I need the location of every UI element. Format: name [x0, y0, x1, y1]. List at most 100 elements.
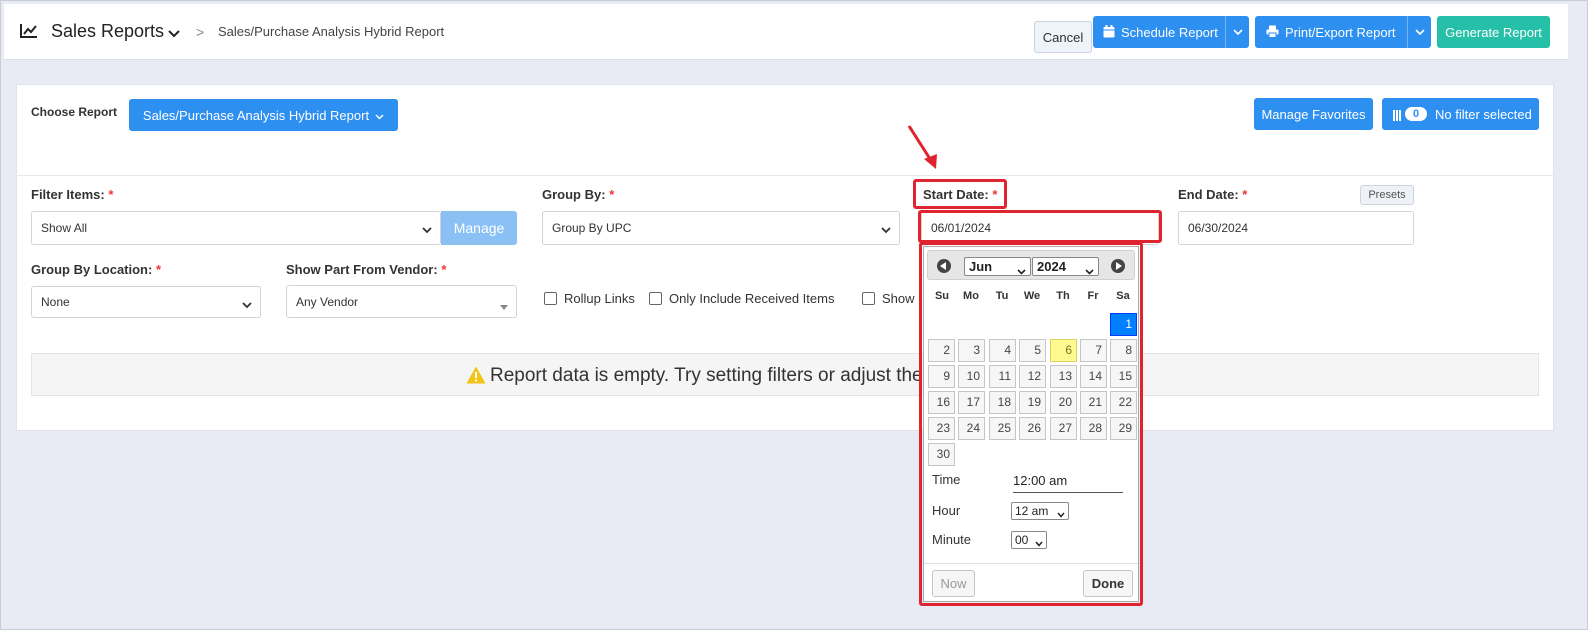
calendar-day[interactable]: 24 [958, 417, 985, 440]
calendar-day[interactable]: 17 [958, 391, 985, 414]
filter-items-select[interactable]: Show All [31, 211, 441, 245]
chevron-down-icon [1035, 536, 1043, 550]
calendar-day[interactable]: 8 [1110, 339, 1137, 362]
calendar-day[interactable]: 19 [1019, 391, 1046, 414]
calendar-day[interactable]: 30 [928, 443, 955, 466]
weekday-label: Sa [1116, 290, 1130, 302]
start-date-input-highlight [918, 210, 1162, 243]
calendar-day[interactable]: 11 [989, 365, 1016, 388]
calendar-day[interactable]: 10 [958, 365, 985, 388]
checkbox-box[interactable] [649, 292, 662, 305]
calendar-day[interactable]: 21 [1080, 391, 1107, 414]
next-month-icon[interactable] [1111, 259, 1125, 273]
printer-icon [1266, 25, 1279, 41]
print-export-button[interactable]: Print/Export Report [1255, 16, 1431, 48]
prev-month-icon[interactable] [937, 259, 951, 273]
year-value: 2024 [1037, 259, 1066, 274]
calendar-day[interactable]: 20 [1050, 391, 1077, 414]
schedule-dropdown-toggle[interactable] [1225, 16, 1249, 48]
manage-favorites-label: Manage Favorites [1261, 106, 1366, 122]
group-by-location-select[interactable]: None [31, 286, 261, 318]
rollup-links-label: Rollup Links [564, 291, 635, 306]
only-received-label: Only Include Received Items [669, 291, 835, 306]
calendar-day[interactable]: 3 [958, 339, 985, 362]
filter-items-label: Filter Items: * [31, 187, 114, 202]
print-dropdown-toggle[interactable] [1407, 16, 1431, 48]
minute-label: Minute [932, 532, 972, 547]
generate-report-button[interactable]: Generate Report [1437, 16, 1550, 48]
filter-count-badge: 0 [1405, 107, 1427, 121]
year-select[interactable]: 2024 [1032, 257, 1099, 276]
calendar-day[interactable]: 13 [1050, 365, 1077, 388]
datepicker-header: Jun 2024 [927, 250, 1135, 280]
choose-report-dropdown[interactable]: Sales/Purchase Analysis Hybrid Report [129, 99, 398, 131]
month-select[interactable]: Jun [964, 257, 1031, 276]
empty-report-message: Report data is empty. Try setting filter… [490, 365, 923, 386]
filter-summary-button[interactable]: 0 No filter selected [1382, 98, 1539, 130]
done-label: Done [1091, 576, 1125, 591]
group-by-value: Group By UPC [552, 221, 632, 235]
breadcrumb-separator: > [196, 24, 205, 40]
now-label: Now [940, 576, 967, 591]
calendar-day[interactable]: 6 [1050, 339, 1077, 362]
calendar-day[interactable]: 9 [928, 365, 955, 388]
caret-down-icon [500, 299, 508, 313]
checkbox-box[interactable] [544, 292, 557, 305]
end-date-input[interactable]: 06/30/2024 [1178, 211, 1414, 245]
schedule-report-label: Schedule Report [1121, 24, 1218, 40]
datepicker-footer-divider [924, 563, 1138, 564]
show-part-vendor-label: Show Part From Vendor: * [286, 262, 447, 277]
hour-select[interactable]: 12 am [1011, 502, 1069, 520]
filter-summary-label: No filter selected [1435, 106, 1532, 122]
presets-button[interactable]: Presets [1360, 185, 1414, 205]
breadcrumb: Sales/Purchase Analysis Hybrid Report [218, 24, 445, 39]
calendar-day[interactable]: 26 [1019, 417, 1046, 440]
show-partial-checkbox[interactable]: Show I [862, 291, 922, 306]
page-title[interactable]: Sales Reports [51, 21, 164, 42]
calendar-day[interactable]: 27 [1050, 417, 1077, 440]
rollup-links-checkbox[interactable]: Rollup Links [544, 291, 635, 306]
now-button[interactable]: Now [932, 570, 975, 597]
manage-filter-button[interactable]: Manage [441, 211, 517, 245]
top-header: Sales Reports > Sales/Purchase Analysis … [4, 4, 1568, 60]
group-by-location-label: Group By Location: * [31, 262, 162, 277]
time-label: Time [932, 472, 961, 487]
weekday-label: We [1023, 290, 1041, 302]
card-divider [16, 175, 1554, 176]
calendar-day[interactable]: 5 [1019, 339, 1046, 362]
chevron-down-icon [1085, 263, 1094, 278]
generate-report-label: Generate Report [1445, 24, 1542, 40]
only-received-checkbox[interactable]: Only Include Received Items [649, 291, 834, 306]
time-display: 12:00 am [1013, 473, 1123, 493]
calendar-day[interactable]: 1 [1110, 313, 1137, 336]
filter-items-value: Show All [41, 221, 88, 235]
calendar-day[interactable]: 15 [1110, 365, 1137, 388]
calendar-day[interactable]: 29 [1110, 417, 1137, 440]
manage-favorites-button[interactable]: Manage Favorites [1254, 98, 1373, 130]
done-button[interactable]: Done [1083, 570, 1133, 597]
calendar-day[interactable]: 14 [1080, 365, 1107, 388]
calendar-day[interactable]: 16 [928, 391, 955, 414]
minute-select[interactable]: 00 [1011, 531, 1047, 549]
show-part-vendor-select[interactable]: Any Vendor [286, 285, 517, 318]
calendar-day[interactable]: 4 [989, 339, 1016, 362]
group-by-select[interactable]: Group By UPC [542, 211, 900, 245]
calendar-day[interactable]: 25 [989, 417, 1016, 440]
calendar-day[interactable]: 22 [1110, 391, 1137, 414]
show-part-vendor-value: Any Vendor [296, 294, 359, 309]
schedule-report-button[interactable]: Schedule Report [1093, 16, 1249, 48]
cancel-button-label: Cancel [1042, 29, 1084, 45]
calendar-day[interactable]: 23 [928, 417, 955, 440]
warning-icon [466, 366, 486, 390]
chevron-down-icon[interactable] [168, 26, 180, 41]
cancel-button[interactable]: Cancel [1034, 21, 1092, 53]
calendar-day[interactable]: 18 [989, 391, 1016, 414]
calendar-day[interactable]: 28 [1080, 417, 1107, 440]
hour-label: Hour [932, 503, 961, 518]
selected-report-label: Sales/Purchase Analysis Hybrid Report [142, 107, 370, 123]
calendar-day[interactable]: 7 [1080, 339, 1107, 362]
checkbox-box[interactable] [862, 292, 875, 305]
calendar-day[interactable]: 2 [928, 339, 955, 362]
calendar-day[interactable]: 12 [1019, 365, 1046, 388]
end-date-value: 06/30/2024 [1188, 221, 1249, 235]
